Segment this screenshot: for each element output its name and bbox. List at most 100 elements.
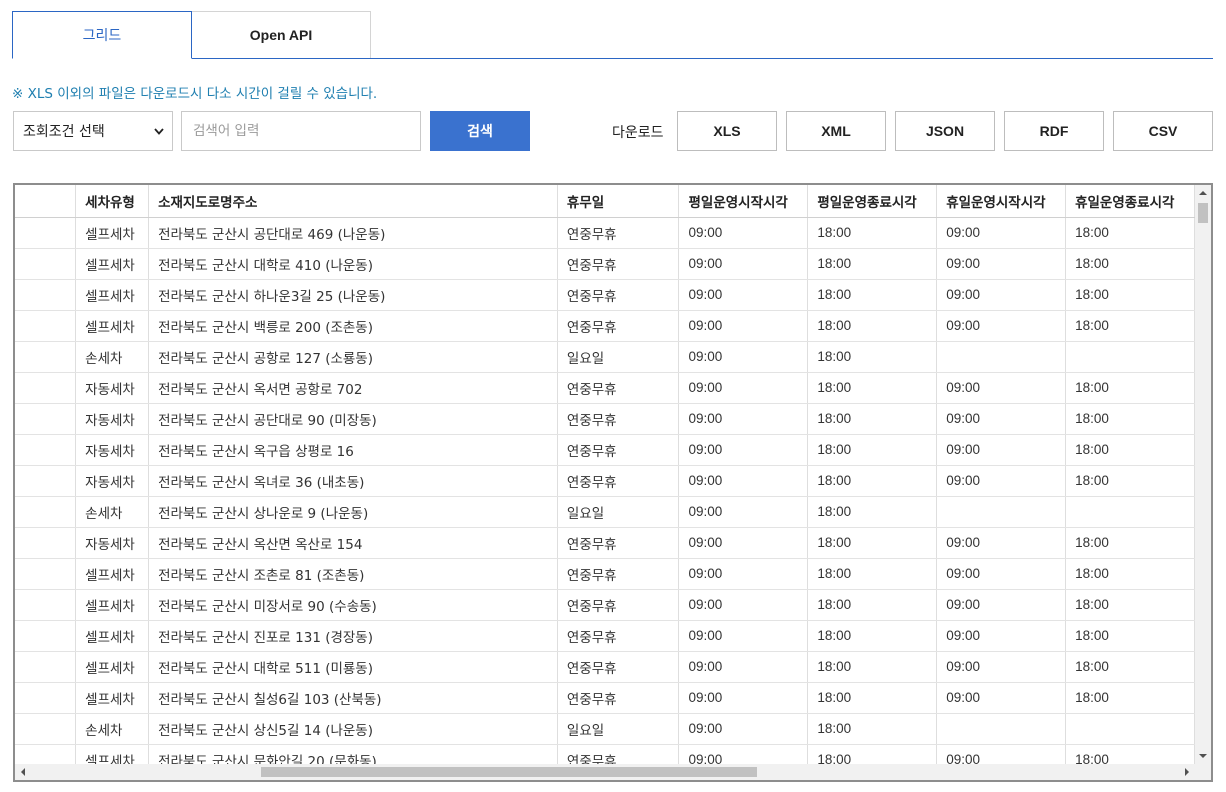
scroll-up-icon[interactable]	[1195, 185, 1211, 201]
table-row[interactable]: 손세차 전라북도 군산시 공항로 127 (소룡동) 일요일 09:00 18:00	[15, 341, 1195, 373]
table-cell	[15, 744, 77, 764]
column-header[interactable]	[15, 185, 77, 218]
vertical-scroll-thumb[interactable]	[1198, 203, 1208, 223]
table-cell: 18:00	[807, 589, 938, 621]
table-row[interactable]: 자동세차 전라북도 군산시 공단대로 90 (미장동) 연중무휴 09:00 18:00…	[15, 403, 1195, 435]
search-input[interactable]	[181, 111, 421, 151]
column-header[interactable]: 평일운영시작시각	[678, 185, 809, 218]
table-cell: 09:00	[678, 403, 809, 435]
table-cell	[15, 279, 77, 311]
horizontal-scroll-thumb[interactable]	[261, 767, 757, 777]
column-header[interactable]: 소재지도로명주소	[148, 185, 558, 218]
download-xml-button[interactable]: XML	[786, 111, 886, 151]
table-cell: 연중무휴	[557, 434, 680, 466]
table-cell: 전라북도 군산시 옥산면 옥산로 154	[148, 527, 558, 559]
table-row[interactable]: 셀프세차 전라북도 군산시 공단대로 469 (나운동) 연중무휴 09:00 18:0…	[15, 217, 1195, 249]
table-cell: 18:00	[807, 558, 938, 590]
download-csv-button[interactable]: CSV	[1113, 111, 1213, 151]
table-row[interactable]: 자동세차 전라북도 군산시 옥녀로 36 (내초동) 연중무휴 09:00 18:00 0…	[15, 465, 1195, 497]
table-cell: 18:00	[807, 496, 938, 528]
vertical-scrollbar[interactable]	[1195, 185, 1211, 764]
column-header[interactable]: 휴무일	[557, 185, 680, 218]
table-cell: 전라북도 군산시 공단대로 469 (나운동)	[148, 217, 558, 249]
search-condition-select[interactable]: 조회조건 선택	[13, 111, 173, 151]
download-json-button[interactable]: JSON	[895, 111, 995, 151]
table-cell: 09:00	[678, 217, 809, 249]
table-cell: 연중무휴	[557, 682, 680, 714]
table-row[interactable]: 셀프세차 전라북도 군산시 하나운3길 25 (나운동) 연중무휴 09:00 18:0…	[15, 279, 1195, 311]
table-cell: 셀프세차	[75, 744, 150, 764]
table-cell: 09:00	[936, 310, 1067, 342]
table-cell	[936, 713, 1067, 745]
grid-table: 세차유형 소재지도로명주소 휴무일 평일운영시작시각 평일운영종료시각 휴일운영시작시각 휴…	[15, 185, 1195, 764]
table-cell: 전라북도 군산시 칠성6길 103 (산북동)	[148, 682, 558, 714]
table-cell: 18:00	[1065, 434, 1195, 466]
table-cell: 18:00	[1065, 403, 1195, 435]
table-row[interactable]: 셀프세차 전라북도 군산시 대학로 410 (나운동) 연중무휴 09:00 18:00…	[15, 248, 1195, 280]
horizontal-scrollbar[interactable]	[15, 764, 1195, 780]
tab-baseline	[12, 58, 1213, 59]
table-cell: 18:00	[807, 682, 938, 714]
download-xls-button[interactable]: XLS	[677, 111, 777, 151]
column-header[interactable]: 평일운영종료시각	[807, 185, 938, 218]
table-row[interactable]: 셀프세차 전라북도 군산시 진포로 131 (경장동) 연중무휴 09:00 18:00…	[15, 620, 1195, 652]
table-cell: 연중무휴	[557, 310, 680, 342]
table-row[interactable]: 손세차 전라북도 군산시 상나운로 9 (나운동) 일요일 09:00 18:00	[15, 496, 1195, 528]
table-cell: 18:00	[1065, 527, 1195, 559]
table-row[interactable]: 손세차 전라북도 군산시 상신5길 14 (나운동) 일요일 09:00 18:00	[15, 713, 1195, 745]
download-rdf-button[interactable]: RDF	[1004, 111, 1104, 151]
table-row[interactable]: 셀프세차 전라북도 군산시 문화안길 20 (문화동) 연중무휴 09:00 18:00…	[15, 744, 1195, 764]
table-cell: 09:00	[678, 248, 809, 280]
scroll-down-icon[interactable]	[1195, 748, 1211, 764]
table-cell	[15, 713, 77, 745]
column-header[interactable]: 세차유형	[75, 185, 150, 218]
table-cell	[15, 217, 77, 249]
table-cell: 연중무휴	[557, 217, 680, 249]
table-row[interactable]: 자동세차 전라북도 군산시 옥산면 옥산로 154 연중무휴 09:00 18:00 09…	[15, 527, 1195, 559]
column-header[interactable]: 휴일운영종료시각	[1065, 185, 1195, 218]
table-cell: 09:00	[936, 682, 1067, 714]
table-cell: 손세차	[75, 341, 150, 373]
table-cell: 전라북도 군산시 공단대로 90 (미장동)	[148, 403, 558, 435]
search-button[interactable]: 검색	[430, 111, 530, 151]
table-cell	[15, 620, 77, 652]
table-row[interactable]: 셀프세차 전라북도 군산시 조촌로 81 (조촌동) 연중무휴 09:00 18:00 0…	[15, 558, 1195, 590]
table-cell: 셀프세차	[75, 651, 150, 683]
table-cell: 전라북도 군산시 미장서로 90 (수송동)	[148, 589, 558, 621]
table-cell: 자동세차	[75, 527, 150, 559]
table-cell	[1065, 496, 1195, 528]
table-row[interactable]: 셀프세차 전라북도 군산시 백릉로 200 (조촌동) 연중무휴 09:00 18:00…	[15, 310, 1195, 342]
table-row[interactable]: 셀프세차 전라북도 군산시 대학로 511 (미룡동) 연중무휴 09:00 18:00…	[15, 651, 1195, 683]
table-row[interactable]: 셀프세차 전라북도 군산시 칠성6길 103 (산북동) 연중무휴 09:00 18:0…	[15, 682, 1195, 714]
chevron-down-icon	[154, 128, 164, 135]
table-cell: 09:00	[678, 558, 809, 590]
table-cell: 전라북도 군산시 공항로 127 (소룡동)	[148, 341, 558, 373]
scroll-right-icon[interactable]	[1179, 764, 1195, 780]
table-cell	[15, 310, 77, 342]
grid-body: 세차유형 소재지도로명주소 휴무일 평일운영시작시각 평일운영종료시각 휴일운영시작시각 휴…	[15, 185, 1195, 764]
table-cell: 18:00	[807, 434, 938, 466]
table-cell: 18:00	[807, 744, 938, 764]
table-cell: 09:00	[936, 744, 1067, 764]
table-cell: 18:00	[1065, 310, 1195, 342]
table-cell: 09:00	[678, 465, 809, 497]
tab-open-api[interactable]: Open API	[191, 11, 371, 58]
table-cell: 09:00	[936, 248, 1067, 280]
column-header[interactable]: 휴일운영시작시각	[936, 185, 1067, 218]
table-cell: 셀프세차	[75, 589, 150, 621]
table-cell: 09:00	[678, 341, 809, 373]
table-cell: 전라북도 군산시 상나운로 9 (나운동)	[148, 496, 558, 528]
table-row[interactable]: 자동세차 전라북도 군산시 옥서면 공항로 702 연중무휴 09:00 18:00 09…	[15, 372, 1195, 404]
scroll-left-icon[interactable]	[15, 764, 31, 780]
table-cell: 18:00	[807, 217, 938, 249]
table-cell: 연중무휴	[557, 403, 680, 435]
table-row[interactable]: 자동세차 전라북도 군산시 옥구읍 상평로 16 연중무휴 09:00 18:00 09:…	[15, 434, 1195, 466]
table-cell	[15, 527, 77, 559]
table-row[interactable]: 셀프세차 전라북도 군산시 미장서로 90 (수송동) 연중무휴 09:00 18:00…	[15, 589, 1195, 621]
tab-grid[interactable]: 그리드	[12, 11, 192, 59]
table-cell	[15, 558, 77, 590]
table-cell: 손세차	[75, 713, 150, 745]
table-cell: 09:00	[678, 713, 809, 745]
table-cell: 18:00	[1065, 372, 1195, 404]
table-cell: 연중무휴	[557, 651, 680, 683]
